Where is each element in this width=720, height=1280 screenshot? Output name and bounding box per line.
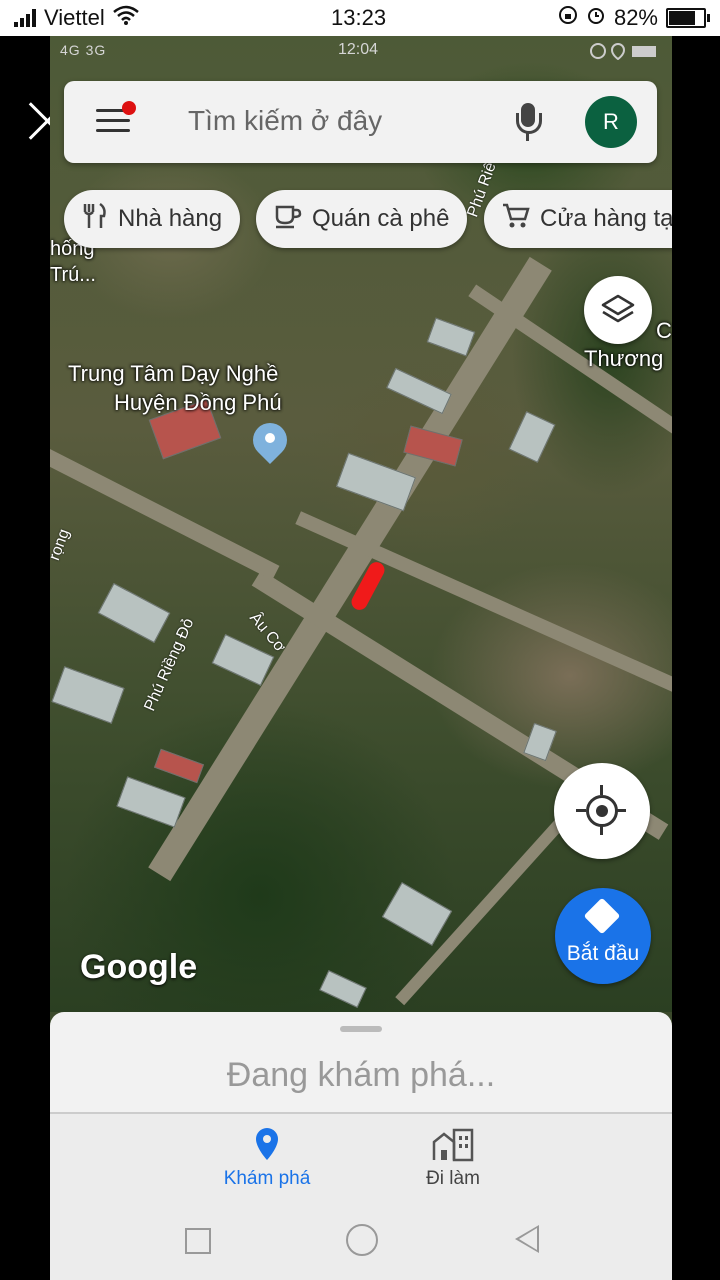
category-chips: Nhà hàng Quán cà phê Cửa hàng tạ	[64, 190, 672, 250]
recent-apps-icon[interactable]	[185, 1228, 211, 1254]
mic-icon[interactable]	[514, 103, 542, 145]
fork-knife-icon	[82, 202, 108, 236]
location-pin-icon	[187, 1126, 347, 1162]
satellite-map[interactable]: hống Trú... C Thương Phú Riê Trung Tâm D…	[50, 36, 672, 1012]
notification-dot	[122, 101, 136, 115]
phone-status-bar: Viettel 13:23 82%	[0, 0, 720, 36]
home-icon[interactable]	[346, 1224, 378, 1256]
lock-rotation-icon	[558, 5, 578, 31]
building	[153, 748, 205, 784]
chip-cafes[interactable]: Quán cà phê	[256, 190, 468, 248]
tab-commute[interactable]: Đi làm	[373, 1126, 533, 1190]
map-label-right-edge-top: C	[656, 318, 672, 343]
place-label-line2[interactable]: Huyện Đồng Phú	[114, 390, 282, 416]
status-time: 13:23	[331, 5, 387, 30]
battery-icon	[666, 8, 710, 28]
bottom-navigation: Khám phá Đi làm	[50, 1112, 672, 1200]
map-label-right-edge: Thương	[584, 346, 664, 371]
building	[97, 582, 171, 644]
building	[116, 776, 186, 828]
search-bar[interactable]: Tìm kiếm ở đây R	[64, 81, 657, 163]
layers-button[interactable]	[584, 276, 652, 344]
inner-status-icons	[590, 42, 660, 63]
buildings-icon	[373, 1126, 533, 1162]
system-navigation-bar	[50, 1198, 672, 1280]
wifi-icon	[112, 5, 139, 31]
sheet-drag-handle[interactable]	[340, 1026, 382, 1032]
chip-restaurants-label: Nhà hàng	[118, 205, 223, 232]
alarm-icon	[586, 5, 606, 31]
tab-commute-label: Đi làm	[426, 1168, 480, 1189]
sheet-status-text: Đang khám phá...	[226, 1056, 496, 1094]
tab-explore[interactable]: Khám phá	[187, 1126, 347, 1190]
start-navigation-button[interactable]: Bắt đầu	[555, 888, 651, 984]
avatar[interactable]: R	[585, 96, 637, 148]
building	[319, 970, 367, 1008]
chip-stores[interactable]: Cửa hàng tạ	[484, 190, 672, 248]
maps-screenshot: hống Trú... C Thương Phú Riê Trung Tâm D…	[50, 36, 672, 1280]
carrier-name: Viettel	[44, 5, 105, 30]
google-logo: Google	[80, 948, 198, 986]
battery-percent: 82%	[613, 5, 658, 30]
inner-time: 12:04	[338, 41, 379, 58]
road-phu-rieng-do	[148, 256, 552, 882]
road-label-left: rọng	[50, 526, 74, 563]
tab-explore-label: Khám phá	[223, 1168, 311, 1189]
directions-arrow-icon	[583, 897, 621, 935]
carrier-group: Viettel	[14, 5, 139, 31]
building	[426, 317, 476, 357]
signal-icon	[14, 9, 36, 27]
place-label-line1[interactable]: Trung Tâm Dạy Nghề	[68, 361, 278, 387]
road-left	[50, 447, 280, 581]
shopping-cart-icon	[502, 203, 530, 235]
building	[381, 882, 453, 946]
status-right: 82%	[558, 5, 710, 31]
inner-status-bar: 4G 3G 12:04	[50, 36, 672, 66]
building	[508, 411, 556, 463]
my-location-button[interactable]	[554, 763, 650, 859]
place-pin-icon[interactable]	[245, 415, 295, 469]
chip-cafes-label: Quán cà phê	[312, 205, 450, 232]
chip-stores-label: Cửa hàng tạ	[540, 205, 672, 232]
bottom-sheet[interactable]: Đang khám phá...	[50, 1012, 672, 1112]
coffee-cup-icon	[274, 203, 302, 235]
building	[51, 666, 125, 724]
chip-restaurants[interactable]: Nhà hàng	[64, 190, 241, 248]
building	[386, 367, 452, 415]
start-label: Bắt đầu	[566, 942, 640, 965]
search-input[interactable]: Tìm kiếm ở đây	[188, 105, 382, 137]
inner-network: 4G 3G	[60, 42, 107, 58]
back-icon[interactable]	[515, 1225, 539, 1253]
